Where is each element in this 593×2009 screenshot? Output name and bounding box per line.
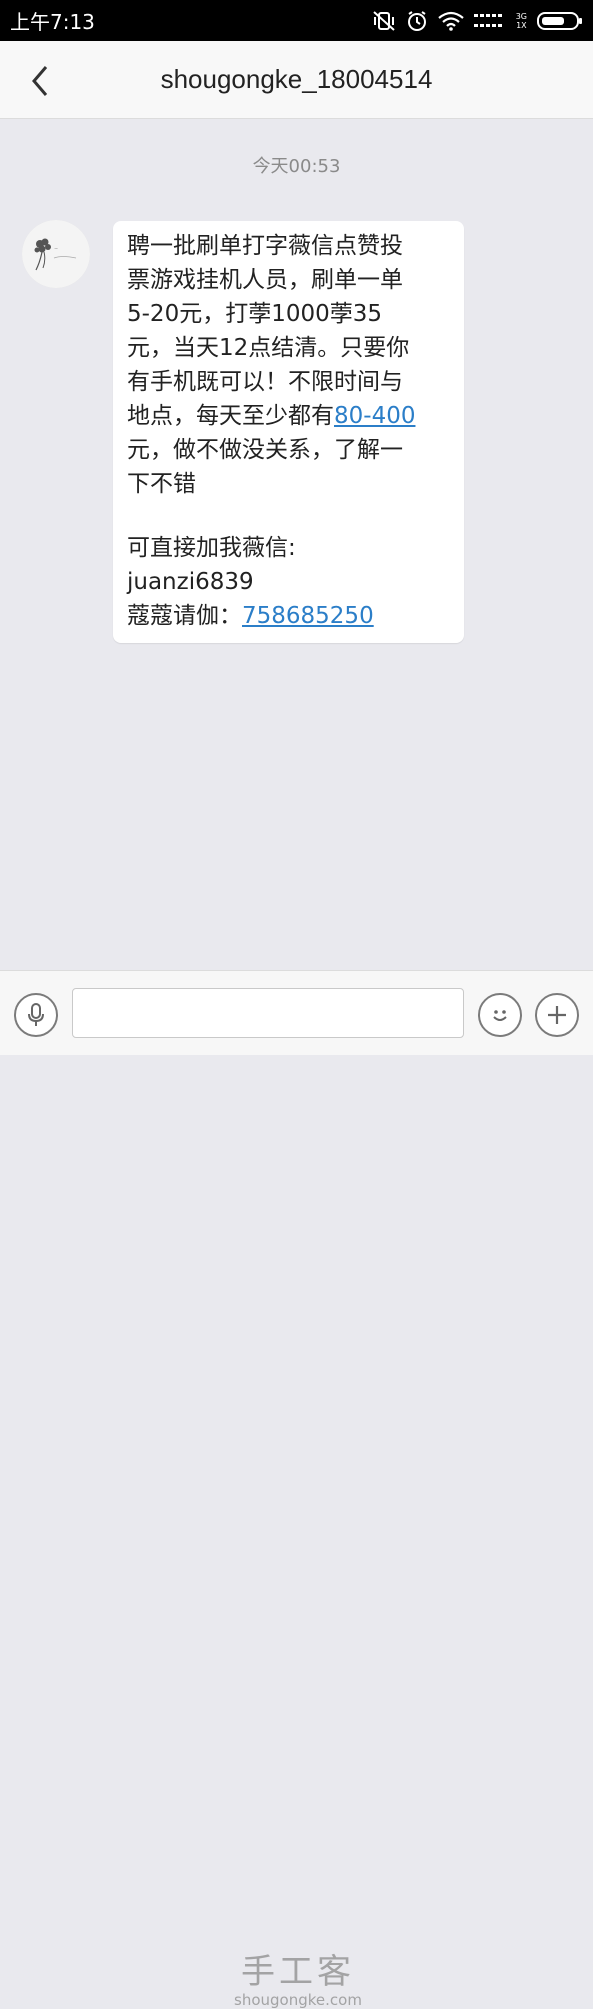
status-icons: 3G 1X bbox=[372, 10, 583, 32]
input-bar: 手工客 shougongke.com bbox=[0, 970, 593, 2009]
smiley-icon bbox=[493, 1010, 507, 1021]
message-text: 地点，每天至少都有 bbox=[127, 403, 334, 429]
network-type: 3G 1X bbox=[516, 12, 527, 30]
message-bubble[interactable]: 聘一批刷单打字薇信点赞投 票游戏挂机人员，刷单一单 5-20元，打荸1000荸3… bbox=[113, 221, 464, 643]
conversation-header: shougongke_18004514 bbox=[0, 41, 593, 119]
message-line: 元，当天12点结清。只要你 bbox=[127, 335, 410, 361]
flower-avatar-icon: ~ bbox=[22, 220, 90, 288]
message-line: 聘一批刷单打字薇信点赞投 bbox=[127, 233, 403, 259]
message-line: 地点，每天至少都有80-400 bbox=[127, 399, 448, 433]
back-button[interactable] bbox=[18, 59, 62, 103]
contact-title: shougongke_18004514 bbox=[160, 64, 433, 94]
watermark: 手工客 shougongke.com bbox=[232, 1953, 364, 2009]
message-timestamp: 今天00:53 bbox=[252, 156, 341, 177]
battery-icon bbox=[537, 11, 583, 31]
message-input[interactable] bbox=[72, 988, 464, 1038]
message-text: 蔻蔻请伽： bbox=[127, 603, 242, 629]
message-line: 下不错 bbox=[127, 471, 196, 497]
message-line: 可直接加我薇信: bbox=[127, 535, 296, 561]
message-line: 票游戏挂机人员，刷单一单 bbox=[127, 267, 403, 293]
message-line: juanzi6839 bbox=[127, 569, 254, 595]
attach-button[interactable] bbox=[535, 993, 579, 1037]
message-line: 5-20元，打荸1000荸35 bbox=[127, 301, 382, 327]
network-type-top: 3G bbox=[515, 11, 527, 21]
chevron-left-icon bbox=[32, 66, 48, 96]
signal-icon bbox=[473, 11, 506, 31]
message-line: 蔻蔻请伽：758685250 bbox=[127, 599, 448, 633]
vibrate-mute-icon bbox=[372, 10, 396, 32]
svg-text:~: ~ bbox=[54, 246, 58, 252]
watermark-url: shougongke.com bbox=[234, 1991, 362, 2009]
watermark-logo-text: 手工客 bbox=[241, 1952, 355, 1992]
number-link[interactable]: 80-400 bbox=[334, 403, 415, 429]
microphone-icon bbox=[28, 1003, 44, 1026]
emoji-button[interactable] bbox=[478, 993, 522, 1037]
phone-number-link[interactable]: 758685250 bbox=[242, 603, 374, 629]
wifi-icon bbox=[437, 11, 464, 31]
plus-icon bbox=[548, 1006, 566, 1024]
alarm-icon bbox=[406, 10, 428, 32]
status-time: 上午7:13 bbox=[10, 10, 95, 34]
message-line: 元，做不做没关系，了解一 bbox=[127, 437, 403, 463]
message-line: 有手机既可以！不限时间与 bbox=[127, 369, 403, 395]
avatar[interactable]: ~ bbox=[22, 220, 90, 288]
voice-button[interactable] bbox=[14, 993, 58, 1037]
network-type-bottom: 1X bbox=[516, 20, 527, 30]
status-bar: 上午7:13 3G 1X bbox=[0, 0, 593, 41]
